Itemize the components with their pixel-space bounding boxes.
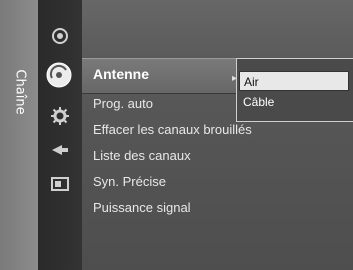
- option-air[interactable]: Air: [239, 71, 349, 91]
- category-strip: Chaîne: [0, 0, 38, 270]
- category-label: Chaîne: [2, 52, 38, 132]
- antenne-options-popup: Air Câble: [236, 58, 353, 122]
- header-band: [82, 0, 353, 60]
- option-cable[interactable]: Câble: [243, 95, 274, 109]
- menu-item-prog-auto[interactable]: Prog. auto: [93, 96, 153, 111]
- setup-icon[interactable]: [50, 106, 70, 126]
- application-icon[interactable]: [50, 174, 70, 194]
- menu-item-liste-canaux[interactable]: Liste des canaux: [93, 148, 191, 163]
- channel-icon[interactable]: [44, 60, 74, 90]
- tv-menu-screen: Chaîne Antenne ▸ Prog. auto Effacer les …: [0, 0, 353, 270]
- menu-item-antenne[interactable]: Antenne: [93, 66, 149, 82]
- menu-item-effacer-canaux[interactable]: Effacer les canaux brouillés: [93, 122, 252, 137]
- input-icon[interactable]: [50, 140, 70, 160]
- menu-icon-column: [38, 0, 82, 270]
- menu-item-puissance-signal[interactable]: Puissance signal: [93, 200, 191, 215]
- category-label-text: Chaîne: [12, 69, 28, 115]
- channel-menu-panel: Antenne ▸ Prog. auto Effacer les canaux …: [82, 0, 353, 270]
- menu-item-syn-precise[interactable]: Syn. Précise: [93, 174, 166, 189]
- picture-icon[interactable]: [50, 26, 70, 46]
